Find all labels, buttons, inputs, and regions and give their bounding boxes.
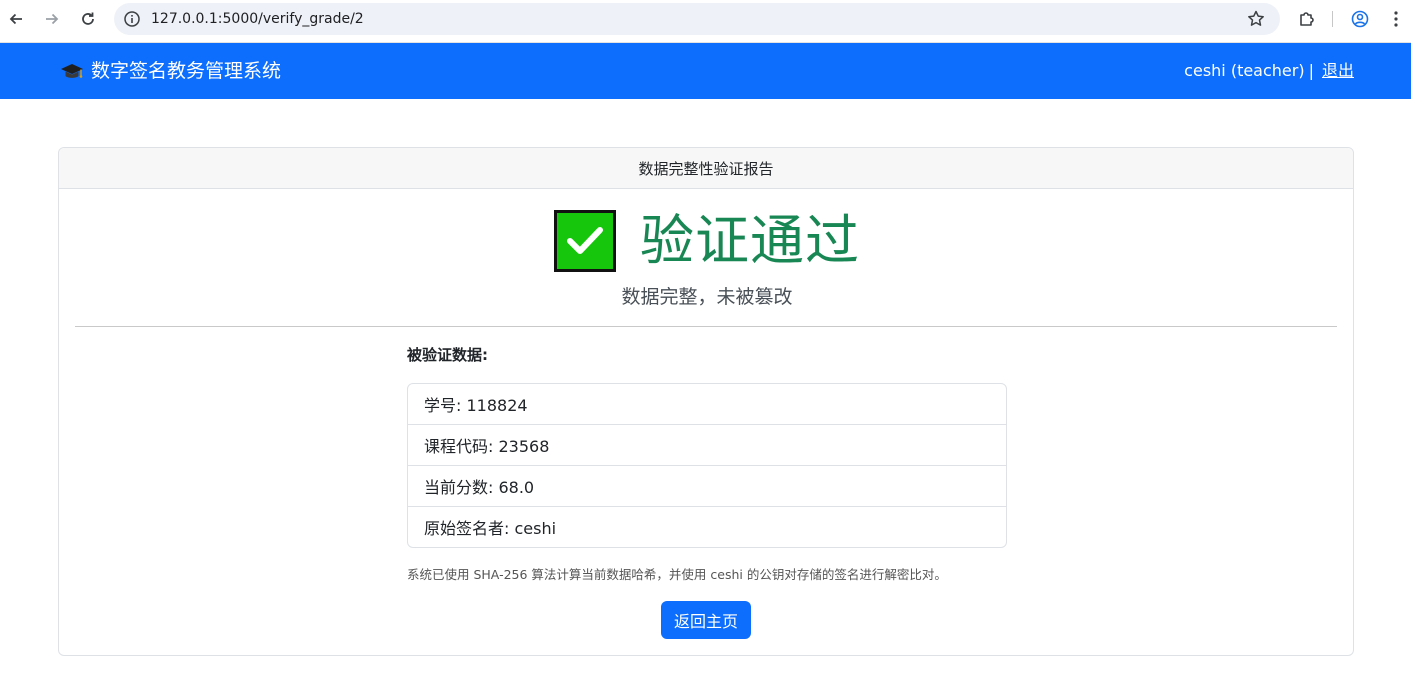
app-navbar: 数字签名教务管理系统 ceshi (teacher) | 退出: [0, 43, 1411, 99]
status-title: 验证通过: [640, 209, 860, 272]
reload-icon: [82, 12, 94, 25]
user-area: ceshi (teacher) | 退出: [1184, 60, 1354, 82]
site-info-icon[interactable]: [123, 10, 141, 28]
check-mark-button-icon: [554, 210, 616, 272]
browser-toolbar: 127.0.0.1:5000/verify_grade/2: [0, 0, 1411, 43]
status-subtitle: 数据完整，未被篡改: [621, 286, 793, 308]
address-bar[interactable]: 127.0.0.1:5000/verify_grade/2: [114, 3, 1280, 35]
arrow-left-icon: [9, 13, 22, 25]
return-home-button[interactable]: 返回主页: [661, 601, 751, 639]
browser-menu-button[interactable]: [1384, 7, 1408, 31]
graduation-cap-icon: [61, 64, 83, 78]
user-separator: |: [1308, 61, 1314, 80]
back-button[interactable]: [3, 6, 29, 32]
toolbar-separator: [1332, 11, 1333, 27]
brand-title: 数字签名教务管理系统: [91, 60, 282, 82]
puzzle-piece-icon: [1300, 12, 1314, 26]
verification-report-card: 数据完整性验证报告 验证通过 数据完整，未被篡改 被验证数据: 学号: 1188…: [58, 147, 1354, 656]
reload-button[interactable]: [75, 6, 101, 32]
address-url[interactable]: 127.0.0.1:5000/verify_grade/2: [151, 10, 364, 28]
list-item-current-score: 当前分数: 68.0: [408, 466, 1006, 507]
verification-note: 系统已使用 SHA-256 算法计算当前数据哈希，并使用 ceshi 的公钥对存…: [407, 567, 947, 582]
arrow-right-icon: [46, 13, 59, 25]
card-header: 数据完整性验证报告: [59, 148, 1353, 189]
profile-button[interactable]: [1348, 7, 1372, 31]
divider: [75, 326, 1337, 327]
forward-button[interactable]: [39, 6, 65, 32]
verified-data-list: 学号: 118824 课程代码: 23568 当前分数: 68.0 原始签名者:…: [407, 383, 1007, 548]
logout-link[interactable]: 退出: [1322, 60, 1354, 82]
verified-data-label: 被验证数据:: [407, 346, 488, 364]
brand[interactable]: 数字签名教务管理系统: [60, 57, 281, 85]
list-item-original-signer: 原始签名者: ceshi: [424, 519, 557, 538]
card-header-title: 数据完整性验证报告: [638, 159, 774, 178]
more-vertical-icon: [1394, 11, 1398, 27]
account-circle-icon: [1351, 10, 1369, 28]
bookmark-star-icon[interactable]: [1246, 9, 1266, 29]
extensions-button[interactable]: [1295, 7, 1319, 31]
list-item-course-code: 课程代码: 23568: [408, 425, 1006, 466]
status-row: 验证通过: [59, 210, 1355, 272]
list-item-student-id: 学号: 118824: [408, 384, 1006, 425]
current-user-label: ceshi (teacher): [1184, 61, 1305, 80]
